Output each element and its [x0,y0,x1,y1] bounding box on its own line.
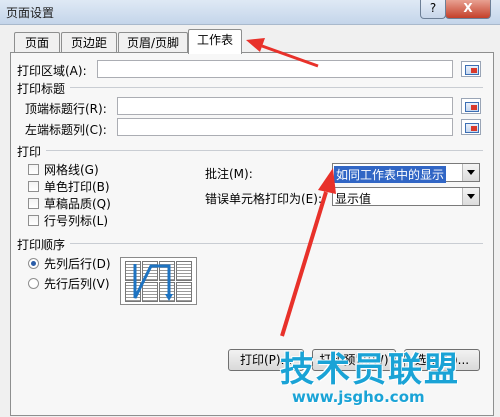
page-setup-dialog: 页面设置 ? X 页面 页边距 页眉/页脚 工作表 打印区域(A): 打印标题 … [0,0,500,417]
close-button[interactable]: X [445,0,491,19]
cell-errors-value: 显示值 [335,192,372,206]
chevron-down-icon[interactable] [462,188,479,205]
gridlines-checkbox[interactable] [28,164,39,175]
divider [70,243,483,244]
row-col-headings-checkbox[interactable] [28,215,39,226]
row-col-headings-label: 行号列标(L) [44,214,109,228]
watermark-logo: 技术员联盟 www.jsgho.com [280,352,460,406]
chevron-down-icon[interactable] [462,164,479,181]
print-titles-heading: 打印标题 [17,82,66,96]
draft-quality-label: 草稿品质(Q) [44,197,111,211]
comments-select[interactable]: 如同工作表中的显示 [332,163,480,183]
gridlines-label: 网格线(G) [44,163,99,177]
tab-page[interactable]: 页面 [14,32,60,53]
print-area-collapse-icon[interactable] [461,61,481,77]
black-white-label: 单色打印(B) [44,180,110,194]
cols-collapse-icon[interactable] [461,119,481,135]
over-then-down-label: 先行后列(V) [44,277,110,291]
tab-margins[interactable]: 页边距 [61,32,117,53]
black-white-checkbox[interactable] [28,181,39,192]
cell-errors-select[interactable]: 显示值 [332,187,480,206]
down-then-over-label: 先列后行(D) [44,257,111,271]
down-then-over-radio[interactable] [28,258,39,269]
comments-value: 如同工作表中的显示 [334,166,447,183]
cols-to-repeat-label: 左端标题列(C): [25,123,107,137]
rows-collapse-icon[interactable] [461,98,481,114]
print-heading: 打印 [17,145,42,159]
print-area-input[interactable] [97,60,453,78]
divider [46,150,483,151]
rows-to-repeat-input[interactable] [117,97,453,115]
cell-errors-label: 错误单元格打印为(E): [205,192,322,206]
rows-to-repeat-label: 顶端标题行(R): [25,102,107,116]
watermark-url: www.jsgho.com [292,388,425,406]
print-area-label: 打印区域(A): [17,64,87,78]
tab-sheet[interactable]: 工作表 [188,29,242,54]
window-title: 页面设置 [6,6,55,20]
divider [70,87,483,88]
page-order-preview-icon [120,257,197,305]
page-order-heading: 打印顺序 [17,238,66,252]
title-bar: 页面设置 ? X [0,0,500,25]
help-button[interactable]: ? [420,0,446,19]
watermark-text: 技术员联盟 [280,350,460,390]
draft-quality-checkbox[interactable] [28,198,39,209]
tab-header-footer[interactable]: 页眉/页脚 [118,32,188,53]
over-then-down-radio[interactable] [28,278,39,289]
cols-to-repeat-input[interactable] [117,118,453,136]
comments-label: 批注(M): [205,167,253,181]
